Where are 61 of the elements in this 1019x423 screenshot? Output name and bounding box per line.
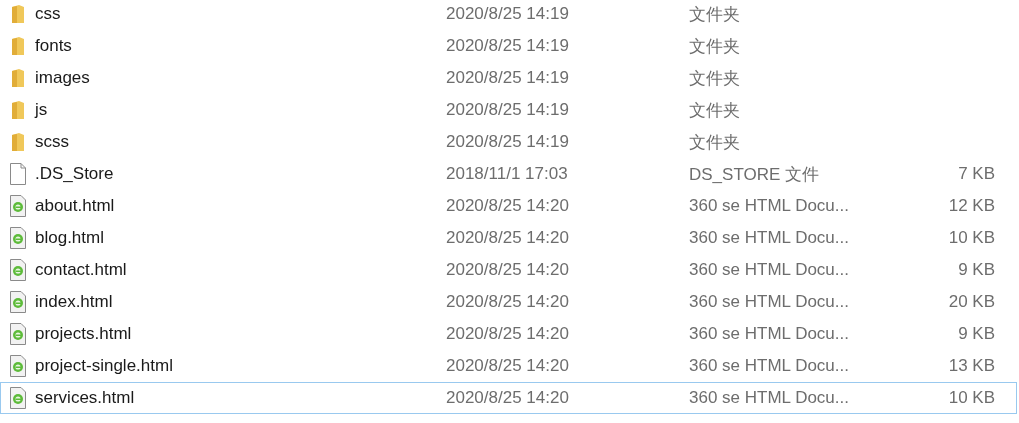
file-name: images [35, 68, 91, 88]
file-name: about.html [35, 196, 116, 216]
file-name: css [35, 4, 62, 24]
file-name: project-single.html [35, 356, 174, 376]
file-name: index.html [35, 292, 114, 312]
file-type: 360 se HTML Docu... [689, 388, 850, 408]
file-type: 360 se HTML Docu... [689, 324, 850, 344]
modified-date: 2020/8/25 14:20 [446, 260, 570, 280]
modified-date: 2020/8/25 14:19 [446, 4, 570, 24]
file-type: 360 se HTML Docu... [689, 292, 850, 312]
file-type: 文件夹 [689, 67, 741, 90]
file-name: fonts [35, 36, 73, 56]
folder-icon [11, 68, 25, 88]
file-name: contact.html [35, 260, 128, 280]
file-name: blog.html [35, 228, 105, 248]
file-type: 文件夹 [689, 99, 741, 122]
file-type: 文件夹 [689, 131, 741, 154]
modified-date: 2020/8/25 14:19 [446, 100, 570, 120]
folder-icon [11, 36, 25, 56]
file-type: 文件夹 [689, 35, 741, 58]
modified-date: 2020/8/25 14:19 [446, 68, 570, 88]
modified-date: 2020/8/25 14:20 [446, 292, 570, 312]
file-type: 360 se HTML Docu... [689, 356, 850, 376]
file-size: 12 KB [947, 196, 996, 216]
file-type: 360 se HTML Docu... [689, 260, 850, 280]
modified-date: 2020/8/25 14:20 [446, 324, 570, 344]
folder-icon [11, 100, 25, 120]
modified-date: 2020/8/25 14:19 [446, 36, 570, 56]
file-icon [9, 163, 27, 185]
file-type: 360 se HTML Docu... [689, 196, 850, 216]
modified-date: 2020/8/25 14:20 [446, 388, 570, 408]
folder-icon [11, 4, 25, 24]
folder-icon [11, 132, 25, 152]
file-size: 7 KB [957, 164, 996, 184]
file-size: 9 KB [957, 260, 996, 280]
browser-file-icon [9, 291, 27, 313]
browser-file-icon [9, 259, 27, 281]
focused-file-row[interactable]: services.html 2020/8/25 14:20 360 se HTML Docu... 10 KB [0, 382, 1017, 414]
file-size: 13 KB [947, 356, 996, 376]
file-name: projects.html [35, 324, 133, 344]
file-type: 文件夹 [689, 3, 741, 26]
file-type: DS_STORE 文件 [689, 163, 821, 186]
browser-file-icon [9, 227, 27, 249]
modified-date: 2020/8/25 14:20 [446, 228, 570, 248]
modified-date: 2020/8/25 14:20 [446, 356, 570, 376]
file-size: 10 KB [947, 228, 996, 248]
file-size: 10 KB [947, 388, 996, 408]
modified-date: 2018/11/1 17:03 [446, 164, 569, 184]
file-size: 9 KB [957, 324, 996, 344]
modified-date: 2020/8/25 14:20 [446, 196, 570, 216]
browser-file-icon [9, 323, 27, 345]
file-type: 360 se HTML Docu... [689, 228, 850, 248]
browser-file-icon [9, 195, 27, 217]
modified-date: 2020/8/25 14:19 [446, 132, 570, 152]
browser-file-icon [9, 355, 27, 377]
browser-file-icon [9, 387, 27, 409]
file-size: 20 KB [947, 292, 996, 312]
file-name: services.html [35, 388, 136, 408]
file-name: js [35, 100, 49, 120]
file-name: .DS_Store [35, 164, 115, 184]
file-name: scss [35, 132, 70, 152]
